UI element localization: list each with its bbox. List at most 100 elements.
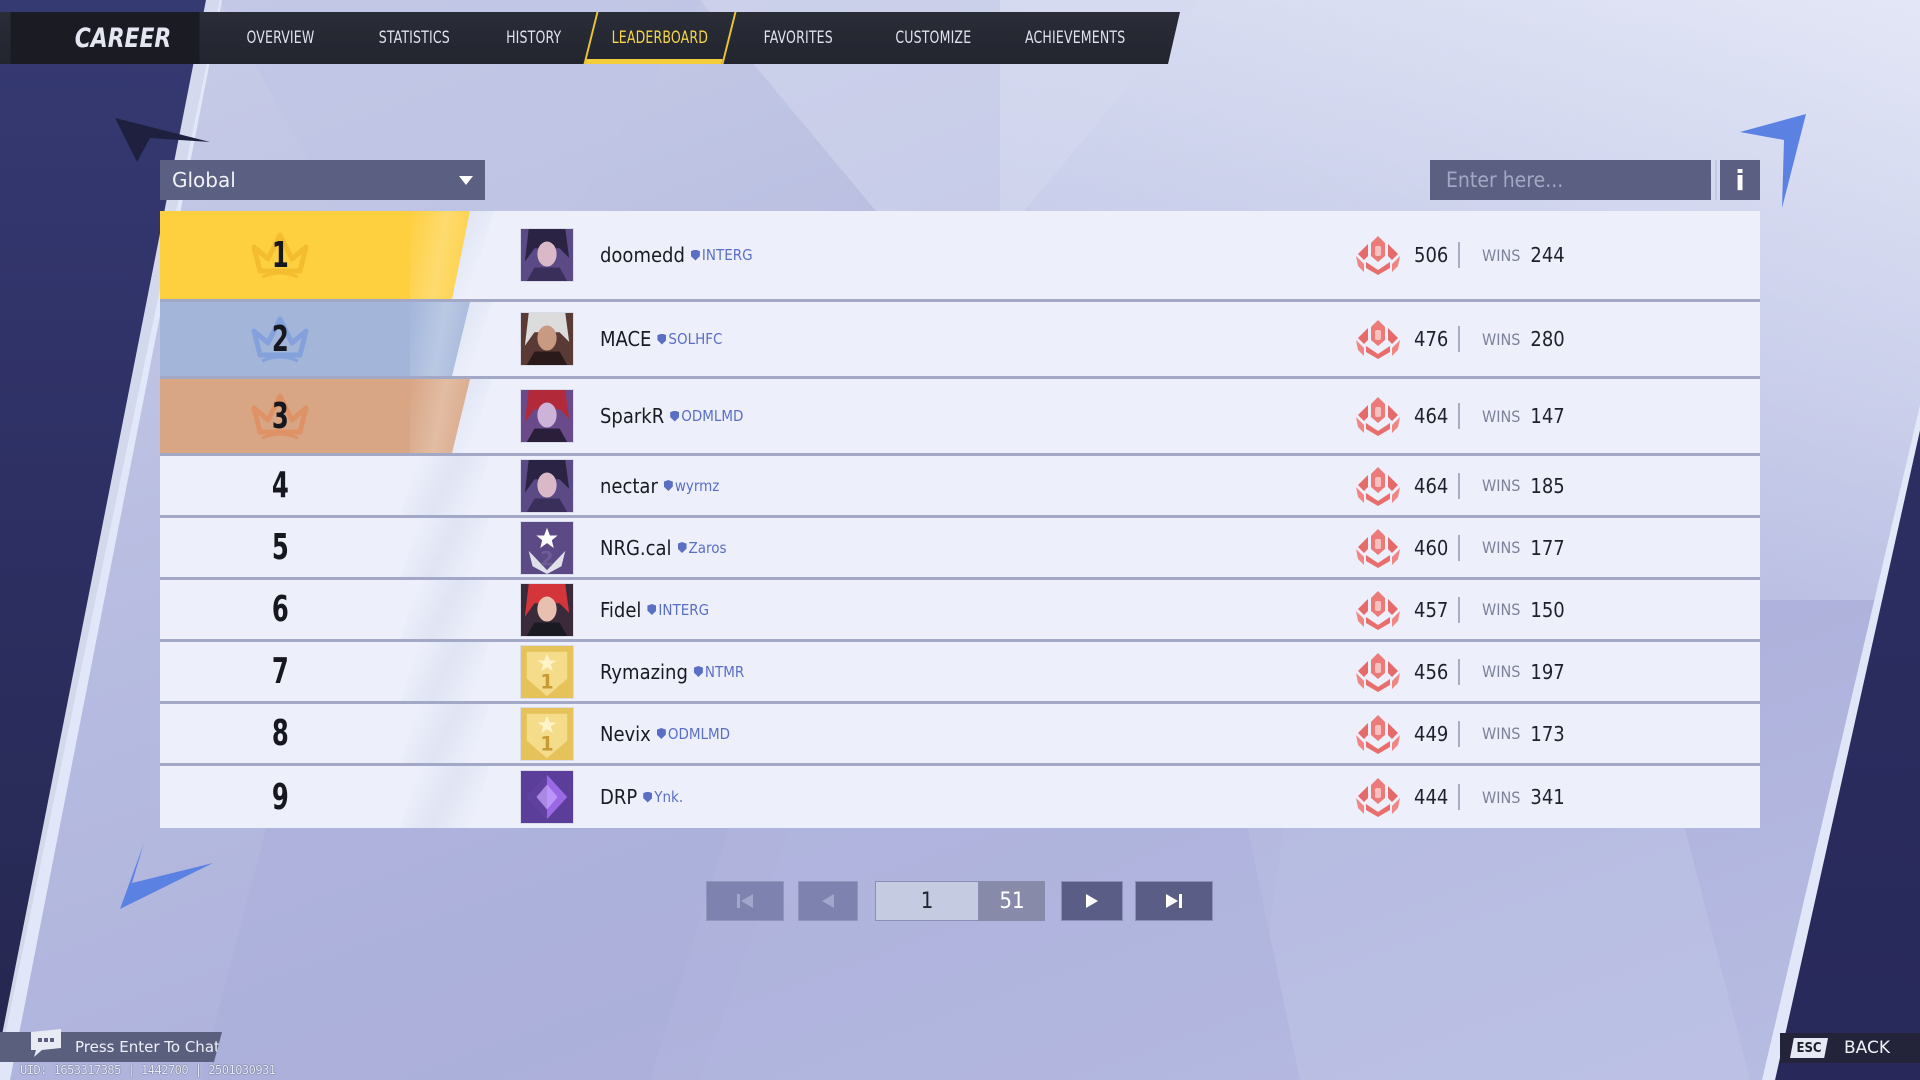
chevron-down-icon [459,176,473,185]
rank-score: 457 [1414,597,1449,622]
leaderboard-table: 1 doomedd INTERG 506 WINS 244 2 MACE SOL… [160,211,1760,828]
player-name[interactable]: doomedd [600,243,685,267]
leaderboard-row-1[interactable]: 1 doomedd INTERG 506 WINS 244 [160,211,1760,302]
previous-arrow-icon [822,894,834,908]
player-name-group: Rymazing NTMR [600,660,744,684]
stat-divider [1458,596,1460,623]
club-name: ODMLMD [681,407,744,425]
tab-achievements[interactable]: ACHIEVEMENTS [1000,12,1150,64]
club-tag: ODMLMD [670,407,743,425]
club-shield-icon [663,480,673,491]
leaderboard-row-9[interactable]: 9 DRP Ynk. 444 WINS 341 [160,766,1760,828]
tab-history[interactable]: HISTORY [478,12,590,64]
previous-page-button[interactable] [798,881,858,921]
club-shield-icon [657,333,667,345]
club-tag: wyrmz [663,476,720,495]
club-name: SOLHFC [668,330,723,348]
leaderboard-row-7[interactable]: 7 1 Rymazing NTMR 456 WINS 197 [160,642,1760,704]
player-stats: 476 WINS 280 [1354,318,1565,360]
rank-number: 9 [271,776,289,818]
player-name[interactable]: Rymazing [600,660,688,684]
rank-cell: 4 [230,456,330,515]
rank-emblem-icon [1356,528,1400,568]
rank-number: 4 [271,465,289,506]
avatar-badge-gold-1: 1 [520,706,574,761]
rank-emblem-icon [1356,714,1400,754]
leaderboard-row-6[interactable]: 6 Fidel INTERG 457 WINS 150 [160,580,1760,642]
wins-count: 280 [1530,327,1565,351]
leaderboard-row-5[interactable]: 5 2 NRG.cal Zaros 460 WINS 177 [160,518,1760,580]
leaderboard-row-3[interactable]: 3 SparkR ODMLMD 464 WINS 147 [160,379,1760,456]
player-name-group: NRG.cal Zaros [600,536,727,560]
avatar-character-portrait-purple-hair [520,228,574,282]
wins-count: 244 [1530,243,1565,267]
player-search-input[interactable] [1430,160,1711,200]
club-shield-icon [647,604,657,615]
club-name: INTERG [658,600,710,619]
last-page-button[interactable] [1135,881,1213,921]
club-tag: SOLHFC [657,330,722,348]
club-name: NTMR [704,662,745,681]
player-stats: 457 WINS 150 [1354,589,1565,631]
svg-text:2: 2 [540,547,553,570]
player-name[interactable]: Nevix [600,722,651,746]
back-label: BACK [1844,1038,1891,1058]
tab-customize[interactable]: CUSTOMIZE [866,12,1000,64]
rank-emblem-icon [1356,320,1400,359]
next-arrow-icon [1086,894,1098,908]
player-name[interactable]: DRP [600,785,637,809]
avatar-character-portrait-red-hair [520,582,574,637]
row-sheen [399,766,491,828]
leaderboard-row-2[interactable]: 2 MACE SOLHFC 476 WINS 280 [160,302,1760,379]
wins-label: WINS [1482,245,1521,265]
rank-number: 7 [271,651,289,692]
stat-divider [1458,784,1460,810]
wins-label: WINS [1482,406,1521,426]
top-navigation-bar: CAREER OVERVIEW STATISTICS HISTORY LEADE… [0,12,1180,64]
skip-to-last-icon [1166,894,1182,908]
rank-score: 456 [1414,659,1449,684]
next-page-button[interactable] [1061,881,1123,921]
rank-cell: 8 [230,704,330,763]
avatar-badge-stars-2: 2 [520,520,574,575]
region-filter-dropdown[interactable]: Global [160,160,485,200]
tab-leaderboard[interactable]: LEADERBOARD [590,12,730,64]
player-name[interactable]: MACE [600,327,651,351]
back-button[interactable]: ESC BACK [1780,1033,1920,1063]
rank-score: 506 [1414,243,1449,267]
first-page-button[interactable] [706,881,784,921]
player-stats: 464 WINS 185 [1354,465,1565,507]
leaderboard-row-8[interactable]: 8 1 Nevix ODMLMD 449 WINS 173 [160,704,1760,766]
rank-score: 464 [1414,473,1449,498]
tab-statistics[interactable]: STATISTICS [350,12,478,64]
rank-number: 1 [271,234,289,276]
player-name-group: MACE SOLHFC [600,327,722,351]
club-name: wyrmz [674,476,720,495]
page-title: CAREER [10,12,200,64]
club-name: Zaros [688,538,727,557]
tab-favorites[interactable]: FAVORITES [730,12,866,64]
svg-text:1: 1 [540,670,553,693]
player-name[interactable]: Fidel [600,598,641,622]
rank-emblem-icon [1356,397,1400,436]
tab-overview[interactable]: OVERVIEW [210,12,350,64]
rank-emblem-icon [1356,590,1400,630]
wins-count: 150 [1530,597,1565,622]
player-name-group: Nevix ODMLMD [600,722,730,746]
current-page-input[interactable] [875,881,979,921]
leaderboard-row-4[interactable]: 4 nectar wyrmz 464 WINS 185 [160,456,1760,518]
stat-divider [1458,720,1460,747]
club-name: INTERG [701,246,753,264]
info-button[interactable]: i [1720,160,1760,200]
player-name[interactable]: SparkR [600,404,664,428]
wins-count: 173 [1530,721,1565,746]
stat-divider [1458,403,1460,429]
club-tag: INTERG [690,246,753,264]
player-name[interactable]: nectar [600,474,658,498]
club-shield-icon [677,542,687,553]
skip-to-first-icon [737,894,753,908]
rank-emblem-icon [1356,652,1400,692]
stat-divider [1458,534,1460,561]
club-shield-icon [670,410,680,422]
player-name[interactable]: NRG.cal [600,536,672,560]
